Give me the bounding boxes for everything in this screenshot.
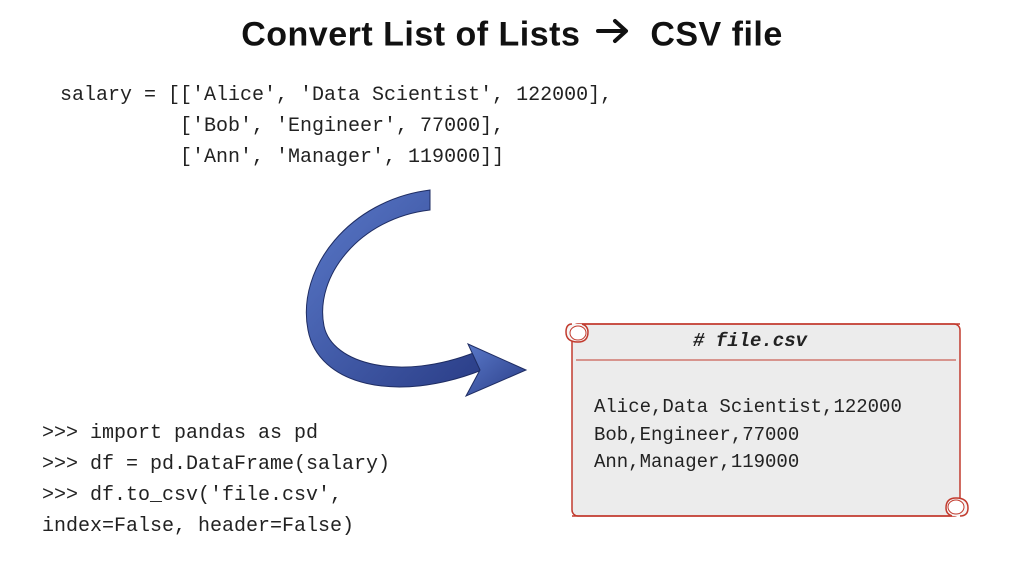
curved-arrow-icon [280, 180, 560, 410]
title-right: CSV file [650, 15, 782, 53]
python-list-definition: salary = [['Alice', 'Data Scientist', 12… [60, 80, 612, 173]
python-pandas-code: >>> import pandas as pd >>> df = pd.Data… [42, 418, 390, 542]
slide-title: Convert List of Lists CSV file [0, 14, 1024, 59]
csv-file-content: Alice,Data Scientist,122000 Bob,Engineer… [594, 394, 948, 477]
right-arrow-icon [596, 14, 634, 53]
csv-file-name: # file.csv [552, 330, 948, 352]
slide: Convert List of Lists CSV file salary = … [0, 0, 1024, 576]
file-scroll: # file.csv Alice,Data Scientist,122000 B… [552, 316, 978, 532]
title-left: Convert List of Lists [241, 15, 580, 53]
